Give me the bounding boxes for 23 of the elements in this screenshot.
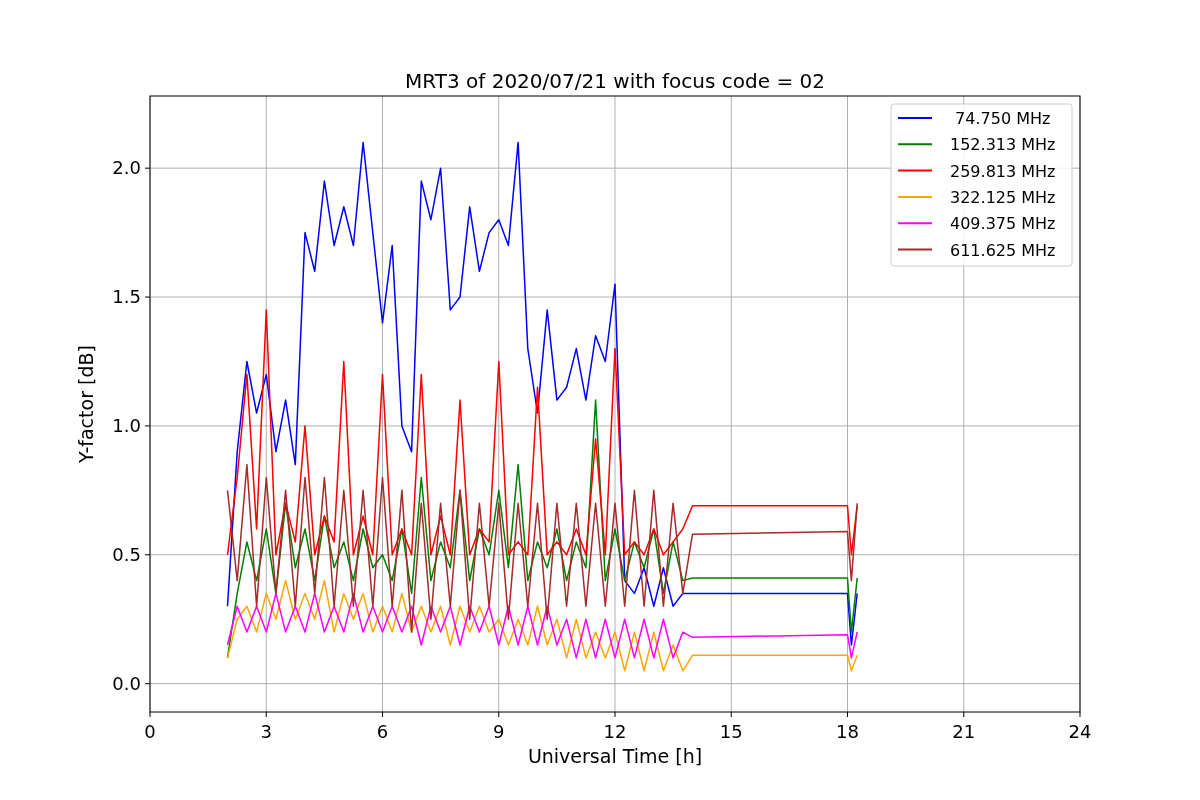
x-axis-label: Universal Time [h] — [527, 745, 703, 767]
legend-label: 322.125 MHz — [950, 187, 1056, 207]
legend-label: 611.625 MHz — [950, 240, 1056, 260]
chart-title: MRT3 of 2020/07/21 with focus code = 02 — [405, 69, 825, 93]
x-tick-label: 24 — [1068, 721, 1092, 742]
x-tick-label: 12 — [603, 721, 627, 742]
x-tick-label: 6 — [376, 721, 389, 742]
y-axis-label: Y-factor [dB] — [75, 345, 97, 463]
x-tick-label: 3 — [260, 721, 272, 742]
legend-label: 259.813 MHz — [950, 161, 1056, 181]
x-tick-label: 9 — [493, 721, 505, 742]
y-tick-label: 0.5 — [112, 543, 141, 565]
x-tick-label: 0 — [144, 721, 156, 742]
y-tick-label: 2.0 — [112, 157, 141, 179]
y-tick-label: 0.0 — [112, 672, 141, 694]
y-tick-label: 1.0 — [112, 414, 141, 436]
x-tick-label: 21 — [952, 721, 976, 742]
x-tick-label: 18 — [836, 721, 859, 742]
legend-label: 409.375 MHz — [950, 214, 1056, 234]
legend-label: 74.750 MHz — [955, 109, 1051, 128]
legend-label: 152.313 MHz — [950, 135, 1056, 155]
y-tick-label: 1.5 — [112, 286, 141, 308]
x-tick-label: 15 — [719, 721, 743, 742]
